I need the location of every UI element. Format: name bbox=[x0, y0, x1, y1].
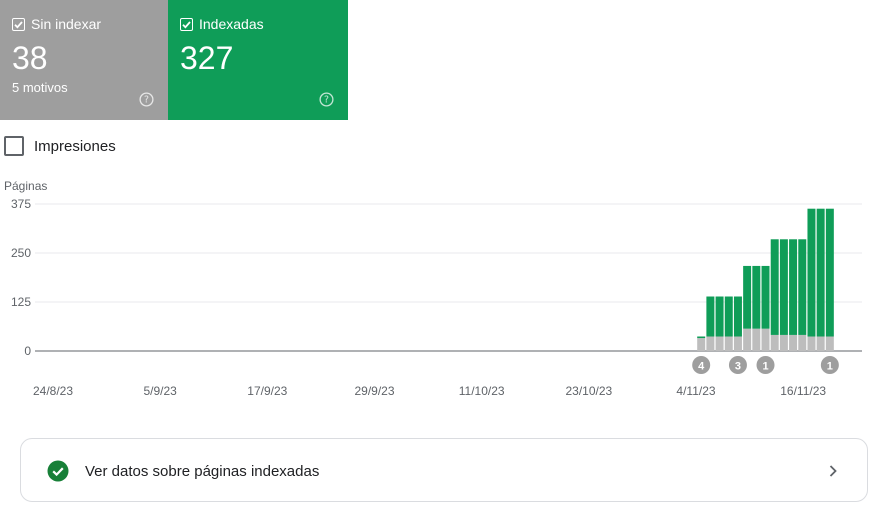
svg-text:?: ? bbox=[324, 95, 329, 106]
bar-indexed bbox=[761, 265, 770, 329]
y-axis-label: Páginas bbox=[4, 179, 47, 193]
bar-indexed bbox=[825, 208, 834, 337]
y-tick-label: 0 bbox=[24, 344, 31, 358]
x-tick-label: 17/9/23 bbox=[247, 384, 287, 398]
bar-indexed bbox=[706, 296, 715, 337]
annotation-label: 1 bbox=[827, 361, 833, 373]
bar-indexed bbox=[743, 265, 752, 329]
bar-indexed bbox=[807, 208, 816, 337]
bar-indexed bbox=[789, 239, 798, 335]
bar-not-indexed bbox=[807, 336, 816, 351]
bar-not-indexed bbox=[697, 338, 706, 351]
annotation-label: 1 bbox=[762, 361, 768, 373]
bar-not-indexed bbox=[752, 328, 761, 351]
checkbox-checked-icon[interactable] bbox=[180, 17, 193, 31]
check-circle-icon bbox=[47, 460, 69, 482]
bar-not-indexed bbox=[761, 328, 770, 351]
y-tick-label: 250 bbox=[11, 246, 31, 260]
bar-not-indexed bbox=[825, 336, 834, 351]
x-tick-label: 11/10/23 bbox=[459, 384, 505, 398]
annotation-label: 3 bbox=[735, 361, 741, 373]
bar-indexed bbox=[733, 296, 742, 337]
not-indexed-count: 38 bbox=[12, 40, 48, 76]
help-icon[interactable]: ? bbox=[139, 92, 154, 107]
x-tick-label: 16/11/23 bbox=[780, 384, 826, 398]
impressions-toggle[interactable]: Impresiones bbox=[4, 136, 116, 156]
bar-indexed bbox=[779, 239, 788, 335]
bar-not-indexed bbox=[743, 328, 752, 351]
impressions-label: Impresiones bbox=[34, 137, 116, 155]
bar-not-indexed bbox=[798, 334, 807, 351]
indexing-chart: Páginas 375 250 125 0 24/8/23 5/9/23 17/9/23 29/… bbox=[4, 179, 862, 398]
not-indexed-reasons: 5 motivos bbox=[12, 80, 68, 95]
bar-not-indexed bbox=[779, 334, 788, 351]
bar-not-indexed bbox=[733, 336, 742, 351]
view-indexed-pages-label: Ver datos sobre páginas indexadas bbox=[85, 463, 320, 480]
bar-indexed bbox=[770, 239, 779, 335]
bar-indexed bbox=[697, 336, 706, 339]
bar-indexed bbox=[724, 296, 733, 337]
bar-indexed bbox=[798, 239, 807, 335]
bar-not-indexed bbox=[724, 336, 733, 351]
x-tick-label: 24/8/23 bbox=[33, 384, 73, 398]
bar-indexed bbox=[715, 296, 724, 337]
indexed-card[interactable]: Indexadas 327 ? bbox=[168, 0, 348, 120]
not-indexed-label: Sin indexar bbox=[31, 16, 102, 32]
y-tick-label: 375 bbox=[11, 197, 31, 211]
bar-not-indexed bbox=[789, 334, 798, 351]
x-tick-label: 5/9/23 bbox=[143, 384, 177, 398]
x-tick-label: 23/10/23 bbox=[565, 384, 612, 398]
help-icon[interactable]: ? bbox=[319, 92, 334, 107]
bar-indexed bbox=[816, 208, 825, 337]
checkbox-checked-icon[interactable] bbox=[12, 17, 25, 31]
chevron-right-icon bbox=[829, 465, 837, 477]
indexed-count: 327 bbox=[180, 40, 234, 76]
bar-not-indexed bbox=[816, 336, 825, 351]
not-indexed-card[interactable]: Sin indexar 38 5 motivos ? bbox=[0, 0, 168, 120]
bar-not-indexed bbox=[770, 334, 779, 351]
x-tick-label: 4/11/23 bbox=[676, 384, 715, 398]
y-tick-label: 125 bbox=[11, 295, 31, 309]
bar-not-indexed bbox=[706, 336, 715, 351]
view-indexed-pages-button[interactable]: Ver datos sobre páginas indexadas bbox=[20, 438, 868, 502]
not-indexed-header: Sin indexar bbox=[12, 16, 101, 32]
annotation-label: 4 bbox=[698, 361, 705, 373]
checkbox-unchecked-icon[interactable] bbox=[4, 136, 24, 156]
x-tick-label: 29/9/23 bbox=[354, 384, 394, 398]
indexed-header: Indexadas bbox=[180, 16, 264, 32]
bar-indexed bbox=[752, 265, 761, 329]
bar-not-indexed bbox=[715, 336, 724, 351]
svg-text:?: ? bbox=[144, 95, 149, 106]
indexed-label: Indexadas bbox=[199, 16, 264, 32]
